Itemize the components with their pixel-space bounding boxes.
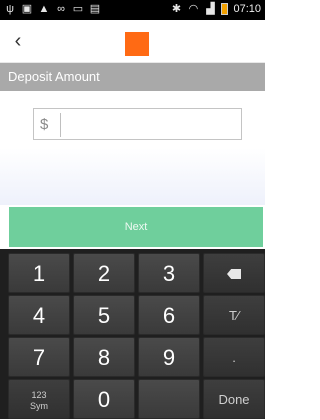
key-0[interactable]: 0: [73, 379, 135, 419]
mail-icon: ▭: [72, 3, 84, 15]
next-button[interactable]: Next: [9, 207, 263, 247]
key-7[interactable]: 7: [8, 337, 70, 377]
section-header: Deposit Amount: [0, 63, 265, 91]
wifi-icon: ◠: [188, 3, 199, 15]
amount-input[interactable]: [66, 113, 238, 137]
sym-key[interactable]: 123 Sym: [8, 379, 70, 419]
cursor-key[interactable]: T⁄: [203, 295, 265, 335]
field-divider: [60, 113, 61, 137]
status-right-icons: ✱ ◠ ▟ 07:10: [170, 3, 261, 15]
voicemail-icon: ∞: [57, 3, 65, 15]
sym-key-top: 123: [31, 390, 47, 400]
numeric-keyboard: 1 2 3 4 5 6 T⁄ 7 8 9 . 123 Sym 0 Done: [0, 249, 265, 419]
brand-logo: [125, 32, 149, 56]
backspace-key[interactable]: [203, 253, 265, 293]
key-2[interactable]: 2: [73, 253, 135, 293]
key-5[interactable]: 5: [73, 295, 135, 335]
app-bar: ‹: [0, 20, 265, 63]
currency-symbol: $: [40, 116, 49, 133]
key-9[interactable]: 9: [138, 337, 200, 377]
key-1[interactable]: 1: [8, 253, 70, 293]
back-button[interactable]: ‹: [8, 30, 28, 52]
signal-icon: ▟: [206, 3, 215, 15]
input-area: $: [0, 91, 265, 205]
backspace-icon: [227, 269, 241, 279]
done-key[interactable]: Done: [203, 379, 265, 419]
warning-icon: ▲: [38, 3, 50, 15]
image-icon: ▣: [21, 3, 33, 15]
key-8[interactable]: 8: [73, 337, 135, 377]
battery-icon: [221, 3, 229, 15]
amount-field[interactable]: $: [33, 108, 242, 140]
sym-key-bottom: Sym: [30, 401, 48, 411]
dot-key[interactable]: .: [203, 337, 265, 377]
key-6[interactable]: 6: [138, 295, 200, 335]
status-bar: ψ ▣ ▲ ∞ ▭ ▤ ✱ ◠ ▟ 07:10: [0, 0, 265, 20]
file-icon: ▤: [89, 3, 101, 15]
status-left-icons: ψ ▣ ▲ ∞ ▭ ▤: [4, 3, 101, 15]
status-time: 07:10: [233, 3, 261, 15]
key-4[interactable]: 4: [8, 295, 70, 335]
key-blank[interactable]: [138, 379, 200, 419]
usb-icon: ψ: [6, 3, 14, 15]
bluetooth-icon: ✱: [171, 3, 182, 15]
key-3[interactable]: 3: [138, 253, 200, 293]
